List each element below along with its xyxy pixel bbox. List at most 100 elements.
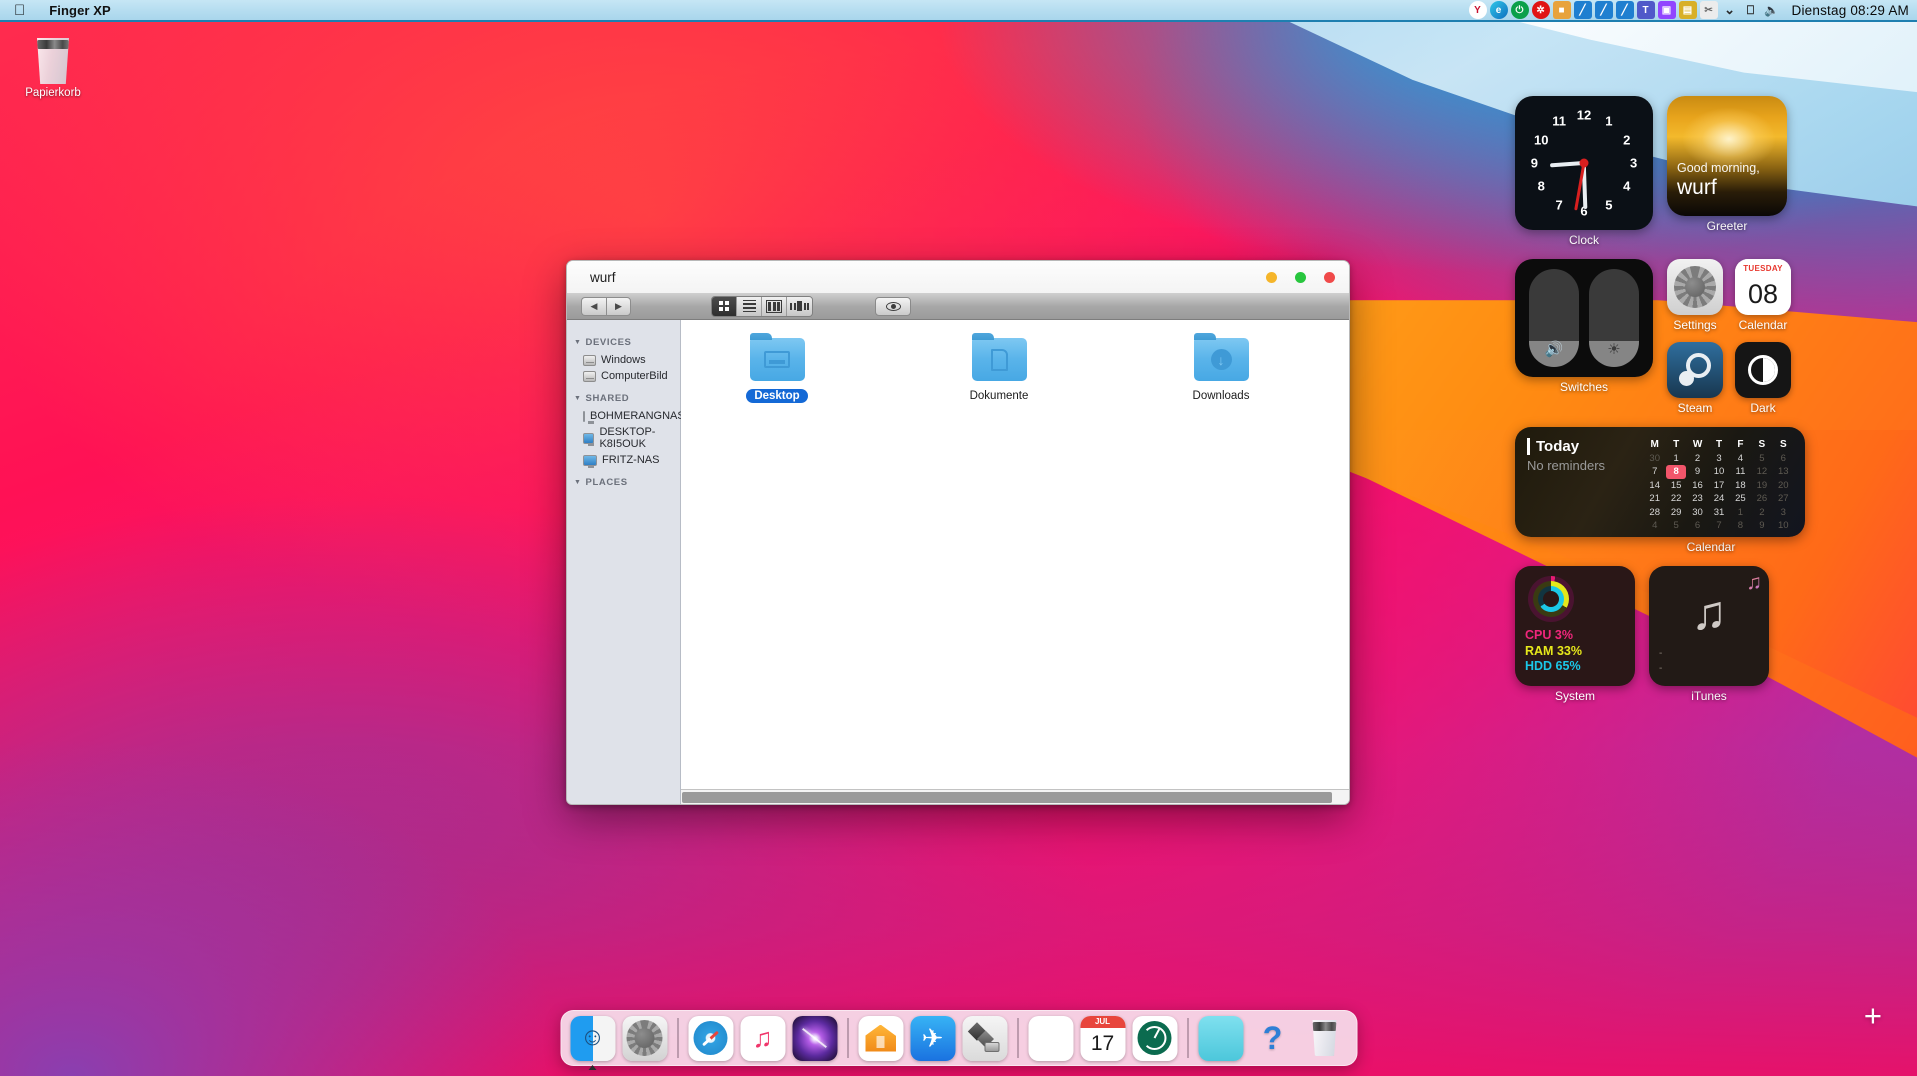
calendar-day-cell[interactable]: 5 bbox=[1666, 519, 1685, 533]
calendar-day-cell[interactable]: 8 bbox=[1731, 519, 1750, 533]
calendar-day-cell[interactable]: 21 bbox=[1645, 492, 1664, 506]
dock-siri[interactable] bbox=[792, 1015, 837, 1061]
widget-greeter[interactable]: Good morning, wurf Greeter bbox=[1667, 96, 1787, 247]
calendar-day-cell[interactable]: 1 bbox=[1666, 452, 1685, 466]
dock-system-preferences[interactable] bbox=[622, 1015, 667, 1061]
calendar-day-cell[interactable]: 10 bbox=[1774, 519, 1793, 533]
dock-music[interactable]: ♫ bbox=[740, 1015, 785, 1061]
back-button[interactable]: ◀ bbox=[581, 296, 606, 316]
calendar-day-cell[interactable]: 6 bbox=[1774, 452, 1793, 466]
calendar-day-cell[interactable]: 15 bbox=[1666, 479, 1685, 493]
calendar-day-cell[interactable]: 4 bbox=[1645, 519, 1664, 533]
add-widget-button[interactable]: + bbox=[1864, 1000, 1882, 1031]
sidebar-header-shared[interactable]: ▼ SHARED bbox=[567, 384, 680, 408]
calendar-day-cell[interactable]: 18 bbox=[1731, 479, 1750, 493]
dock-help[interactable]: ? bbox=[1250, 1016, 1295, 1061]
calendar-day-cell[interactable]: 11 bbox=[1731, 465, 1750, 479]
list-view-button[interactable] bbox=[737, 296, 762, 316]
yandex-icon[interactable]: Y bbox=[1468, 1, 1487, 19]
file-item-dokumente[interactable]: Dokumente bbox=[947, 333, 1051, 404]
widget-today-calendar[interactable]: Today No reminders M T W T F S S 30 1 2 3 4 5 6 7 8 9 10 1… bbox=[1515, 427, 1907, 554]
calendar-day-cell[interactable]: 4 bbox=[1731, 452, 1750, 466]
calendar-day-cell[interactable]: 5 bbox=[1752, 452, 1771, 466]
edge-icon[interactable]: e bbox=[1489, 1, 1508, 19]
sidebar-header-devices[interactable]: ▼ DEVICES bbox=[567, 328, 680, 352]
calendar-day-cell[interactable]: 20 bbox=[1774, 479, 1793, 493]
widget-dark[interactable]: Dark bbox=[1735, 342, 1791, 415]
calendar-day-cell[interactable]: 30 bbox=[1645, 452, 1664, 466]
scrollbar-thumb[interactable] bbox=[682, 792, 1332, 803]
calendar-day-cell[interactable]: 6 bbox=[1688, 519, 1707, 533]
widget-clock[interactable]: 12 1 2 3 4 5 6 7 8 9 10 11 Clock bbox=[1515, 96, 1653, 247]
file-item-desktop[interactable]: Desktop bbox=[725, 333, 829, 404]
calendar-day-cell[interactable]: 29 bbox=[1666, 506, 1685, 520]
folder-tray-icon[interactable]: ■ bbox=[1552, 1, 1571, 19]
dock-disk-utility[interactable] bbox=[962, 1015, 1007, 1061]
dock-safari[interactable] bbox=[688, 1015, 733, 1061]
dock-time-machine[interactable] bbox=[1132, 1015, 1177, 1061]
vscode-icon-2[interactable]: ╱ bbox=[1594, 1, 1613, 19]
sidebar-item-desktop-k8i5ouk[interactable]: DESKTOP-K8I5OUK bbox=[567, 424, 680, 452]
calendar-day-cell[interactable]: 7 bbox=[1709, 519, 1728, 533]
calendar-day-cell[interactable]: 3 bbox=[1774, 506, 1793, 520]
dock-app-store[interactable]: ✈ bbox=[910, 1015, 955, 1061]
calendar-day-cell[interactable]: 24 bbox=[1709, 492, 1728, 506]
calendar-day-cell[interactable]: 7 bbox=[1645, 465, 1664, 479]
sidebar-item-bohmerangnas[interactable]: BOHMERANGNAS bbox=[567, 408, 685, 424]
finder-title-bar[interactable]: wurf bbox=[567, 261, 1349, 293]
widget-steam[interactable]: Steam bbox=[1667, 342, 1723, 415]
widget-switches[interactable]: 🔊 ☀ Switches bbox=[1515, 259, 1653, 415]
sidebar-item-fritz-nas[interactable]: FRITZ-NAS bbox=[567, 452, 680, 468]
app-tray-icon[interactable]: ▤ bbox=[1678, 1, 1697, 19]
quick-look-button[interactable] bbox=[875, 296, 911, 316]
network-icon[interactable]: ⎕ bbox=[1742, 1, 1760, 19]
calendar-day-cell[interactable]: 16 bbox=[1688, 479, 1707, 493]
active-app-name[interactable]: Finger XP bbox=[49, 3, 111, 18]
icon-view-button[interactable] bbox=[712, 296, 737, 316]
zoom-button[interactable] bbox=[1295, 272, 1306, 283]
menu-bar-clock[interactable]: Dienstag 08:29 AM bbox=[1792, 3, 1909, 18]
calendar-day-cell[interactable]: 9 bbox=[1752, 519, 1771, 533]
finder-window[interactable]: wurf ◀ ▶ ▼ DEVICES Windows ComputerBild … bbox=[566, 260, 1350, 805]
calendar-day-cell[interactable]: 13 bbox=[1774, 465, 1793, 479]
widget-calendar-tile[interactable]: TUESDAY 08 Calendar bbox=[1735, 259, 1791, 332]
calendar-day-cell[interactable]: 27 bbox=[1774, 492, 1793, 506]
forward-button[interactable]: ▶ bbox=[606, 296, 631, 316]
calendar-day-cell[interactable]: 3 bbox=[1709, 452, 1728, 466]
sidebar-item-windows[interactable]: Windows bbox=[567, 352, 680, 368]
calendar-day-cell[interactable]: 19 bbox=[1752, 479, 1771, 493]
vscode-icon-1[interactable]: ╱ bbox=[1573, 1, 1592, 19]
teams-icon[interactable]: T bbox=[1636, 1, 1655, 19]
calendar-day-cell[interactable]: 10 bbox=[1709, 465, 1728, 479]
widget-system[interactable]: CPU 3% RAM 33% HDD 65% System bbox=[1515, 566, 1635, 703]
calendar-day-cell[interactable]: 12 bbox=[1752, 465, 1771, 479]
minimize-button[interactable] bbox=[1266, 272, 1277, 283]
calendar-day-cell[interactable]: 8 bbox=[1666, 465, 1686, 479]
widget-itunes[interactable]: ♫ ♫ - - iTunes bbox=[1649, 566, 1769, 703]
calendar-day-cell[interactable]: 25 bbox=[1731, 492, 1750, 506]
calendar-day-cell[interactable]: 31 bbox=[1709, 506, 1728, 520]
chevron-down-icon[interactable]: ⌄ bbox=[1721, 1, 1739, 19]
red-alert-icon[interactable]: ✲ bbox=[1531, 1, 1550, 19]
calendar-day-cell[interactable]: 14 bbox=[1645, 479, 1664, 493]
calendar-day-cell[interactable]: 9 bbox=[1688, 465, 1707, 479]
horizontal-scrollbar[interactable] bbox=[681, 789, 1349, 804]
widget-settings[interactable]: Settings bbox=[1667, 259, 1723, 332]
power-icon[interactable]: ⏻ bbox=[1510, 1, 1529, 19]
brightness-slider[interactable]: ☀ bbox=[1589, 269, 1639, 367]
calendar-day-cell[interactable]: 2 bbox=[1688, 452, 1707, 466]
volume-slider[interactable]: 🔊 bbox=[1529, 269, 1579, 367]
desktop-icon-trash[interactable]: Papierkorb bbox=[22, 38, 84, 99]
calendar-day-cell[interactable]: 28 bbox=[1645, 506, 1664, 520]
column-view-button[interactable] bbox=[762, 296, 787, 316]
calendar-day-cell[interactable]: 17 bbox=[1709, 479, 1728, 493]
dock-home[interactable] bbox=[858, 1015, 903, 1061]
dock-trash[interactable] bbox=[1302, 1016, 1347, 1061]
apple-menu-icon[interactable]:  bbox=[14, 3, 25, 18]
dock-launchpad[interactable] bbox=[1028, 1015, 1073, 1061]
calendar-day-cell[interactable]: 23 bbox=[1688, 492, 1707, 506]
dock-finder[interactable]: ☺ bbox=[570, 1015, 615, 1070]
twitch-icon[interactable]: ▣ bbox=[1657, 1, 1676, 19]
snipping-tool-icon[interactable]: ✂ bbox=[1699, 1, 1718, 19]
sidebar-header-places[interactable]: ▼ PLACES bbox=[567, 468, 680, 492]
